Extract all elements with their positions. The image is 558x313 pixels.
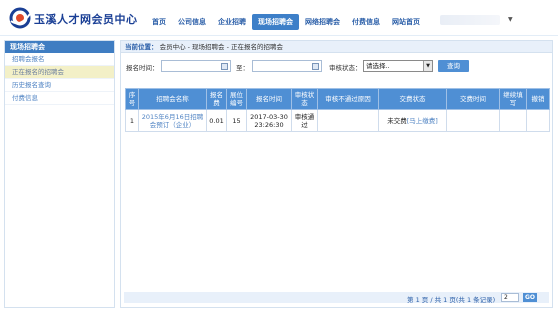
status-label: 审核状态： [329, 64, 362, 72]
cell-pay-time [446, 109, 500, 132]
cell-reject-reason [317, 109, 379, 132]
chevron-down-icon[interactable]: ▼ [508, 16, 513, 23]
page-number-input[interactable]: 2 [501, 293, 519, 302]
date-to-label: 至： [236, 64, 249, 72]
col-pay-time: 交费时间 [446, 88, 500, 110]
breadcrumb: 当前位置： 会员中心 - 现场招聘会 - 正在报名的招聘会 [121, 41, 552, 53]
col-reject-reason: 审核不通过原因 [317, 88, 379, 110]
cell-booth: 15 [226, 109, 247, 132]
nav-online-fair[interactable]: 网络招聘会 [299, 14, 346, 30]
date-from-label: 报名时间： [126, 64, 159, 72]
main-panel: 当前位置： 会员中心 - 现场招聘会 - 正在报名的招聘会 报名时间： 至： 审… [120, 40, 553, 308]
date-to-input[interactable] [252, 60, 322, 72]
sidebar-item-fair-signup[interactable]: 招聘会报名 [5, 53, 114, 66]
user-name-blurred[interactable] [440, 15, 500, 25]
col-pay-status: 交费状态 [378, 88, 447, 110]
calendar-icon[interactable] [312, 63, 319, 70]
site-header: 玉溪人才网会员中心 首页 公司信息 企业招聘 现场招聘会 网络招聘会 付费信息 … [0, 0, 558, 36]
sidebar-item-history[interactable]: 历史报名查询 [5, 79, 114, 92]
fair-table: 序号 招聘会名称 报名费 展位编号 报名时间 审核状态 审核不通过原因 交费状态… [125, 88, 550, 132]
cell-cancel[interactable] [526, 109, 550, 132]
cell-signup-time: 2017-03-30 23:26:30 [246, 109, 292, 132]
col-cancel: 撤销 [526, 88, 550, 110]
table-header-row: 序号 招聘会名称 报名费 展位编号 报名时间 审核状态 审核不通过原因 交费状态… [125, 88, 550, 110]
table-row: 1 2015年6月16日招聘会预订（企业） 0.01 15 2017-03-30… [125, 109, 550, 132]
pager: 第 1 页 / 共 1 页(共 1 条记录) 2 GO [124, 292, 549, 304]
chevron-down-icon[interactable]: ▼ [423, 61, 432, 71]
nav-recruitment[interactable]: 企业招聘 [212, 14, 252, 30]
col-fair-name: 招聘会名称 [138, 88, 207, 110]
calendar-icon[interactable] [221, 63, 228, 70]
pager-text: 第 1 页 / 共 1 页(共 1 条记录) [407, 296, 496, 304]
col-fee: 报名费 [206, 88, 227, 110]
col-booth: 展位编号 [226, 88, 247, 110]
main-nav: 首页 公司信息 企业招聘 现场招聘会 网络招聘会 付费信息 网站首页 [146, 14, 426, 30]
pay-now-link[interactable]: [马上缴费] [407, 117, 438, 125]
logo-icon [9, 7, 31, 29]
go-button[interactable]: GO [523, 293, 537, 302]
sidebar-item-payment[interactable]: 付费信息 [5, 92, 114, 105]
cell-index: 1 [125, 109, 139, 132]
cell-continue[interactable] [499, 109, 527, 132]
status-select-value: 请选择.. [366, 62, 390, 70]
search-button[interactable]: 查询 [438, 60, 469, 72]
sidebar-title: 现场招聘会 [5, 41, 114, 53]
breadcrumb-path: 会员中心 - 现场招聘会 - 正在报名的招聘会 [159, 43, 284, 51]
col-index: 序号 [125, 88, 139, 110]
col-signup-time: 报名时间 [246, 88, 292, 110]
col-review-status: 审核状态 [291, 88, 318, 110]
nav-onsite-fair[interactable]: 现场招聘会 [252, 14, 299, 30]
date-from-input[interactable] [161, 60, 231, 72]
cell-fair-name-link[interactable]: 2015年6月16日招聘会预订（企业） [138, 109, 207, 132]
sidebar-item-open-fairs[interactable]: 正在报名的招聘会 [5, 66, 114, 79]
nav-website-home[interactable]: 网站首页 [386, 14, 426, 30]
nav-home[interactable]: 首页 [146, 14, 172, 30]
cell-review-status: 审核通过 [291, 109, 318, 132]
brand-title: 玉溪人才网会员中心 [34, 13, 138, 26]
sidebar: 现场招聘会 招聘会报名 正在报名的招聘会 历史报名查询 付费信息 [4, 40, 115, 308]
nav-payment-info[interactable]: 付费信息 [346, 14, 386, 30]
pay-status-text: 未交费 [387, 116, 407, 125]
status-select[interactable]: 请选择.. ▼ [363, 60, 433, 72]
nav-company-info[interactable]: 公司信息 [172, 14, 212, 30]
breadcrumb-label: 当前位置： [125, 43, 158, 51]
cell-pay-status: 未交费[马上缴费] [378, 109, 447, 132]
filter-bar: 报名时间： 至： 审核状态： 请选择.. ▼ 查询 [126, 60, 546, 73]
cell-fee: 0.01 [206, 109, 227, 132]
col-continue: 继续填写 [499, 88, 527, 110]
